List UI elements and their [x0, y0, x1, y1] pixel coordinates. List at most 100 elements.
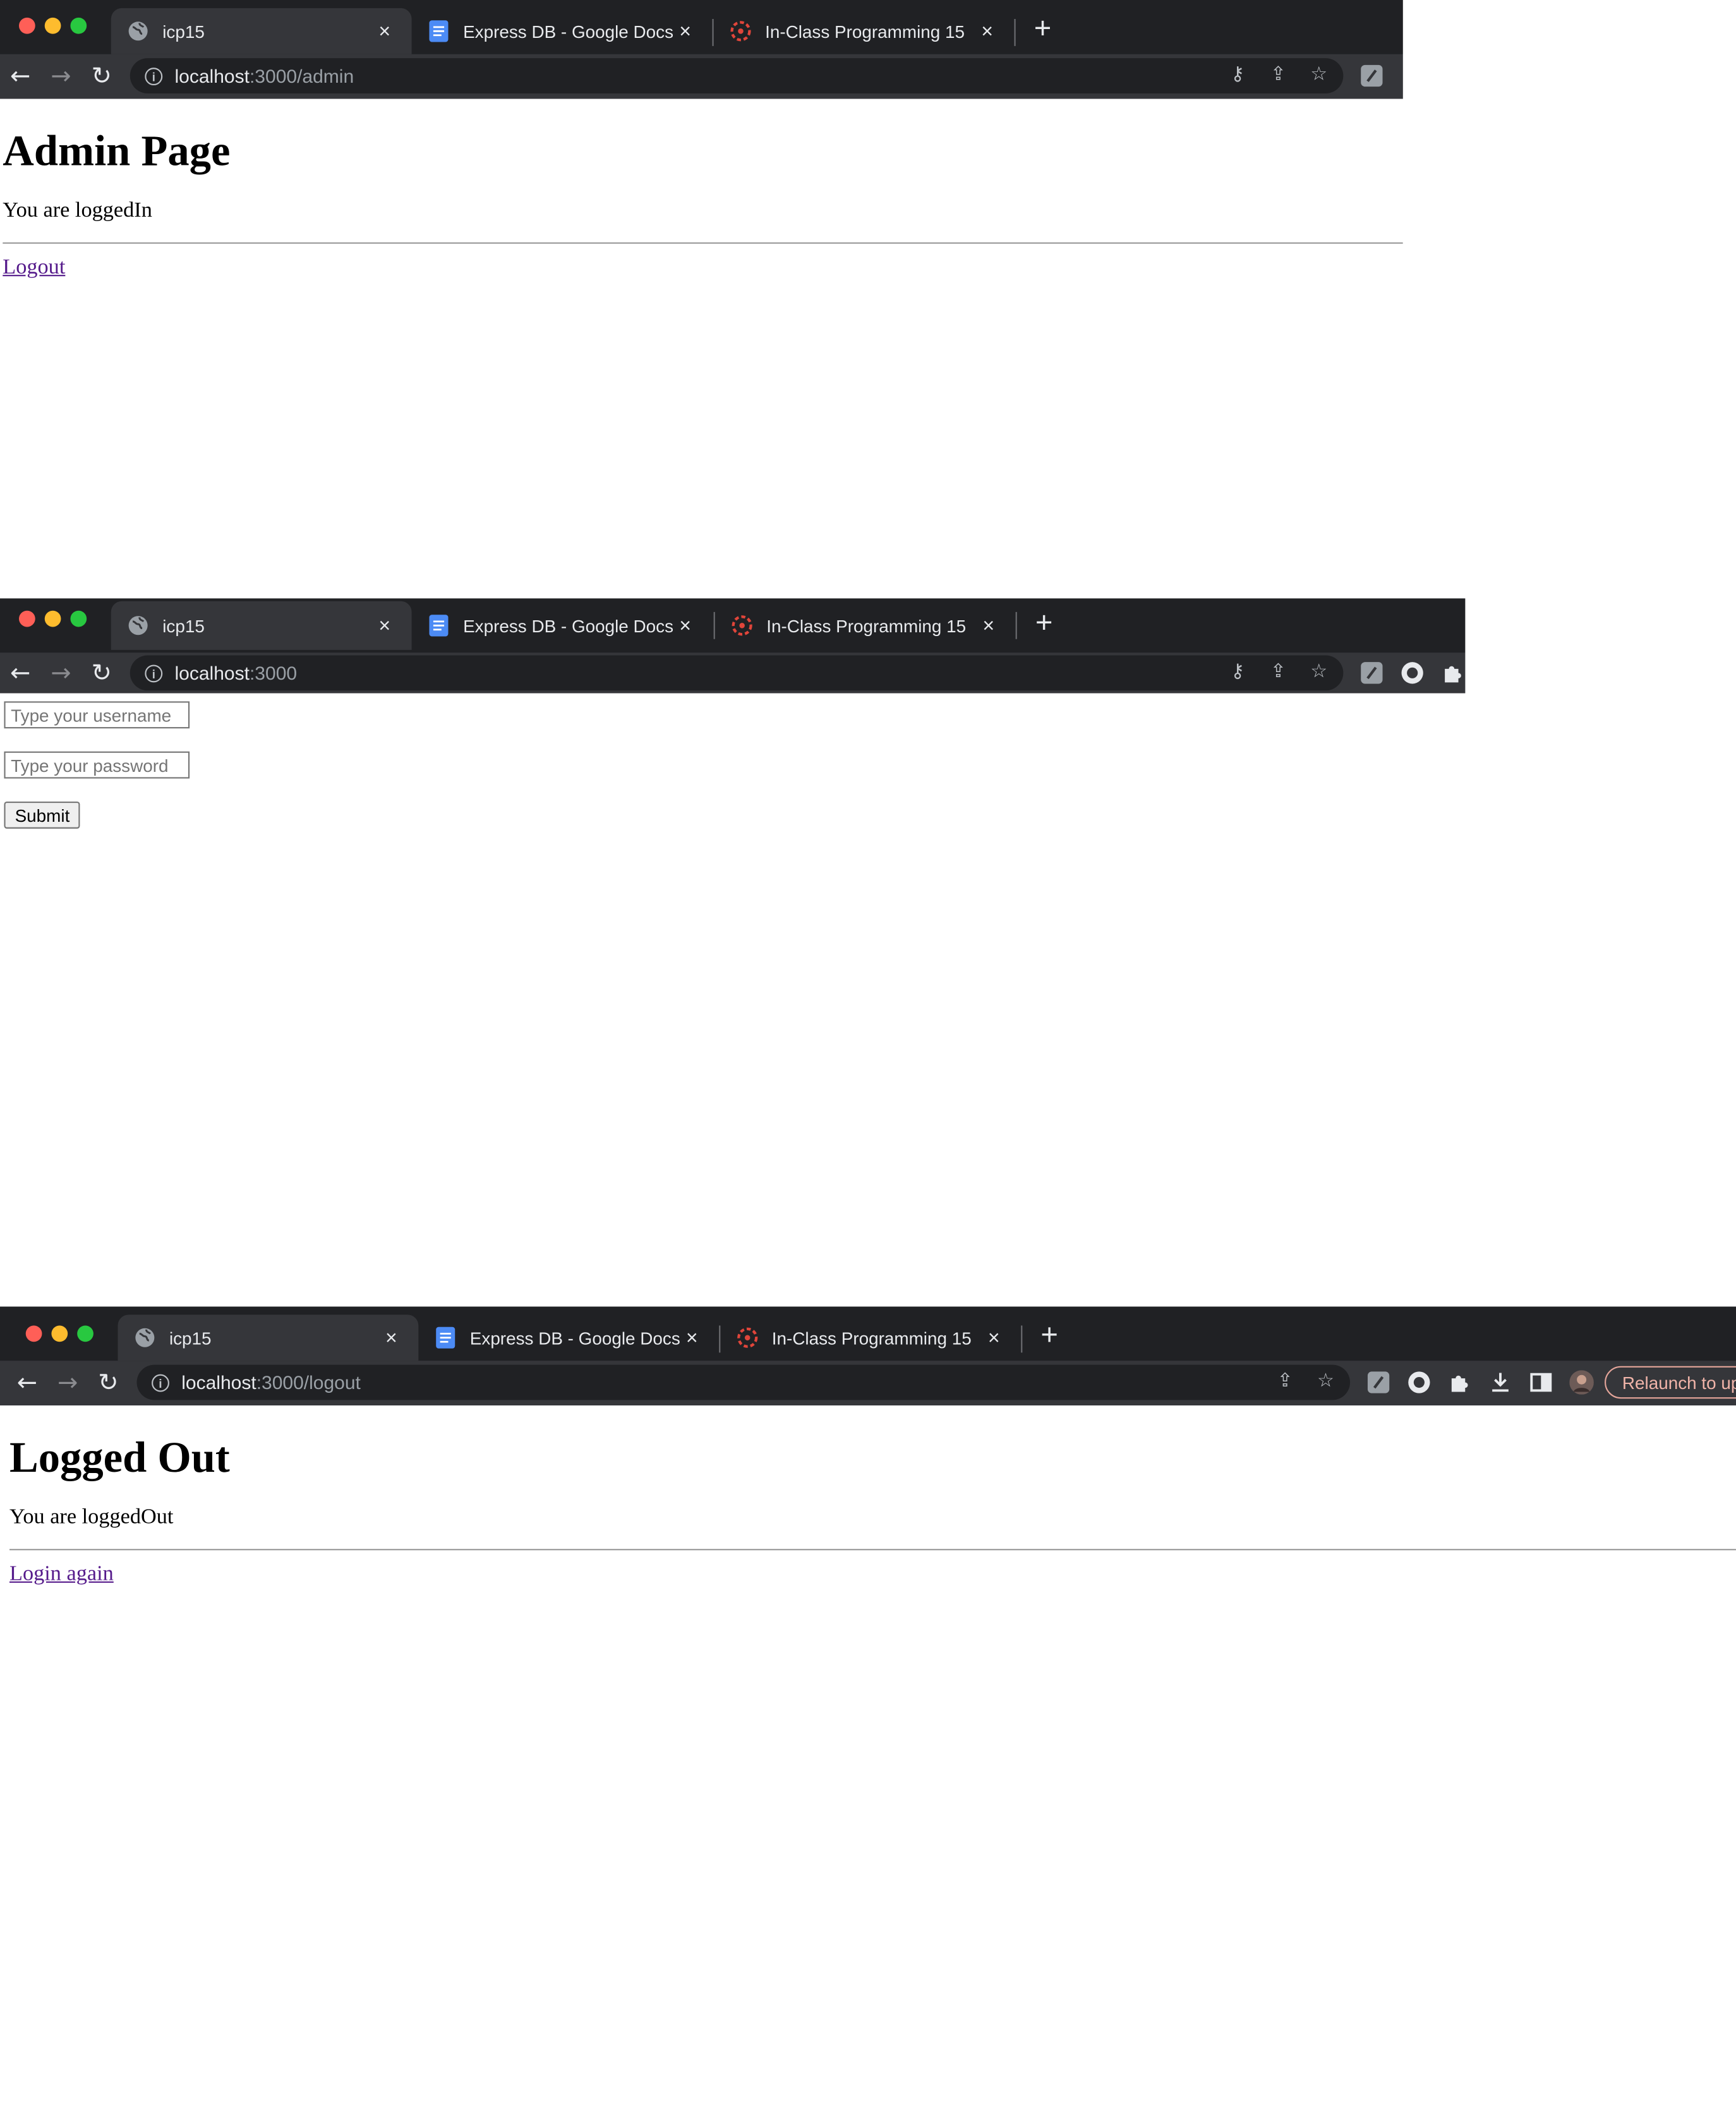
- status-message: You are loggedOut: [9, 1505, 174, 1529]
- url-host: localhost: [174, 662, 250, 684]
- zoom-window-button[interactable]: [70, 610, 87, 627]
- browser-chrome: icp15 × Express DB - Google Docs × In-Cl…: [0, 0, 1403, 99]
- download-icon[interactable]: [1488, 1370, 1513, 1395]
- forward-icon[interactable]: →: [40, 56, 81, 97]
- extension-icon[interactable]: [1366, 1370, 1391, 1395]
- reload-icon[interactable]: ↻: [81, 56, 122, 97]
- tab-title: icp15: [162, 615, 205, 636]
- tab-in-class-programming[interactable]: In-Class Programming 15 ×: [714, 8, 1015, 54]
- tab-icp15[interactable]: icp15 ×: [118, 1314, 419, 1361]
- tab-in-class-programming[interactable]: In-Class Programming 15 ×: [715, 601, 1016, 650]
- shield-extension-icon[interactable]: [1407, 1370, 1432, 1395]
- key-icon[interactable]: ⚷: [1227, 64, 1248, 85]
- close-window-button[interactable]: [19, 610, 35, 627]
- minimize-window-button[interactable]: [44, 17, 61, 34]
- zoom-window-button[interactable]: [77, 1325, 93, 1342]
- info-icon[interactable]: i: [145, 664, 163, 682]
- address-bar[interactable]: i localhost:3000 ⚷ ⇪ ☆: [130, 655, 1344, 691]
- tab-title: Express DB - Google Docs: [463, 615, 674, 636]
- tab-in-class-programming[interactable]: In-Class Programming 15 ×: [720, 1314, 1021, 1361]
- toolbar: ← → ↻ i localhost:3000/admin ⚷ ⇪ ☆: [0, 54, 1403, 99]
- url-host: localhost: [174, 64, 250, 87]
- address-bar-tools: ⇪ ☆: [1274, 1370, 1337, 1392]
- login-again-link[interactable]: Login again: [9, 1563, 114, 1587]
- tab-title: In-Class Programming 15: [771, 1327, 972, 1348]
- info-icon[interactable]: i: [152, 1373, 169, 1392]
- close-tab-icon[interactable]: ×: [976, 20, 998, 42]
- close-window-button[interactable]: [19, 17, 35, 34]
- reload-icon[interactable]: ↻: [88, 1362, 128, 1403]
- back-icon[interactable]: ←: [7, 1362, 47, 1403]
- address-bar[interactable]: i localhost:3000/admin ⚷ ⇪ ☆: [130, 58, 1344, 93]
- tab-title: icp15: [169, 1327, 212, 1348]
- close-tab-icon[interactable]: ×: [374, 614, 395, 637]
- close-window-button[interactable]: [25, 1325, 42, 1342]
- tab-title: In-Class Programming 15: [766, 615, 967, 636]
- close-tab-icon[interactable]: ×: [674, 20, 696, 42]
- close-tab-icon[interactable]: ×: [978, 614, 999, 637]
- logout-link[interactable]: Logout: [3, 256, 65, 280]
- tab-icp15[interactable]: icp15 ×: [111, 601, 412, 650]
- close-tab-icon[interactable]: ×: [983, 1326, 1004, 1349]
- close-tab-icon[interactable]: ×: [674, 614, 696, 637]
- course-logo-icon: [732, 615, 752, 636]
- close-tab-icon[interactable]: ×: [681, 1326, 702, 1349]
- puzzle-icon[interactable]: [1447, 1370, 1472, 1395]
- tab-icp15[interactable]: icp15 ×: [111, 8, 412, 54]
- reload-icon[interactable]: ↻: [81, 653, 122, 693]
- share-icon[interactable]: ⇪: [1274, 1370, 1296, 1392]
- address-bar[interactable]: i localhost:3000/logout ⇪ ☆: [136, 1364, 1351, 1400]
- tab-title: icp15: [162, 21, 205, 42]
- window-controls: [19, 610, 87, 627]
- submit-button[interactable]: Submit: [4, 801, 81, 829]
- zoom-window-button[interactable]: [70, 17, 87, 34]
- browser-chrome: icp15 × Express DB - Google Docs × In-Cl…: [0, 1306, 1736, 1405]
- globe-icon: [135, 1328, 155, 1347]
- extension-icon[interactable]: [1359, 661, 1384, 685]
- star-icon[interactable]: ☆: [1308, 661, 1330, 682]
- new-tab-button[interactable]: +: [1027, 605, 1062, 641]
- forward-icon[interactable]: →: [40, 653, 81, 693]
- browser-chrome: icp15 × Express DB - Google Docs × In-Cl…: [0, 598, 1466, 694]
- new-tab-button[interactable]: +: [1032, 1318, 1067, 1353]
- course-logo-icon: [737, 1327, 758, 1348]
- shield-extension-icon[interactable]: [1400, 661, 1425, 685]
- globe-icon: [128, 616, 148, 635]
- tab-express-db[interactable]: Express DB - Google Docs ×: [412, 601, 713, 650]
- tab-express-db[interactable]: Express DB - Google Docs ×: [412, 8, 713, 54]
- globe-icon: [128, 21, 148, 41]
- divider: [3, 242, 1403, 244]
- url-host: localhost: [181, 1371, 256, 1393]
- puzzle-icon[interactable]: [1441, 661, 1466, 685]
- key-icon[interactable]: ⚷: [1227, 661, 1248, 682]
- toolbar: ← → ↻ i localhost:3000 ⚷ ⇪ ☆: [0, 653, 1466, 694]
- info-icon[interactable]: i: [145, 67, 163, 85]
- minimize-window-button[interactable]: [51, 1325, 68, 1342]
- browser-window-login: icp15 × Express DB - Google Docs × In-Cl…: [0, 598, 1466, 1005]
- close-tab-icon[interactable]: ×: [374, 20, 395, 42]
- new-tab-button[interactable]: +: [1025, 11, 1061, 46]
- back-icon[interactable]: ←: [0, 56, 40, 97]
- sidepanel-icon[interactable]: [1529, 1370, 1553, 1395]
- close-tab-icon[interactable]: ×: [380, 1326, 402, 1349]
- window-controls: [19, 17, 87, 34]
- minimize-window-button[interactable]: [44, 610, 61, 627]
- forward-icon[interactable]: →: [47, 1362, 88, 1403]
- tab-separator: [1014, 19, 1016, 46]
- share-icon[interactable]: ⇪: [1267, 64, 1289, 85]
- avatar[interactable]: [1569, 1370, 1594, 1395]
- tab-express-db[interactable]: Express DB - Google Docs ×: [418, 1314, 719, 1361]
- extension-icon[interactable]: [1359, 64, 1384, 88]
- browser-window-logout: icp15 × Express DB - Google Docs × In-Cl…: [0, 1306, 1736, 2123]
- window-controls: [25, 1325, 93, 1342]
- back-icon[interactable]: ←: [0, 653, 40, 693]
- tab-separator: [1021, 1325, 1023, 1353]
- share-icon[interactable]: ⇪: [1267, 661, 1289, 682]
- tab-title: Express DB - Google Docs: [463, 21, 674, 42]
- google-docs-icon: [429, 615, 449, 637]
- username-input[interactable]: [4, 701, 190, 729]
- password-input[interactable]: [4, 751, 190, 779]
- star-icon[interactable]: ☆: [1315, 1370, 1336, 1392]
- star-icon[interactable]: ☆: [1308, 64, 1330, 85]
- relaunch-button[interactable]: Relaunch to up: [1605, 1366, 1736, 1399]
